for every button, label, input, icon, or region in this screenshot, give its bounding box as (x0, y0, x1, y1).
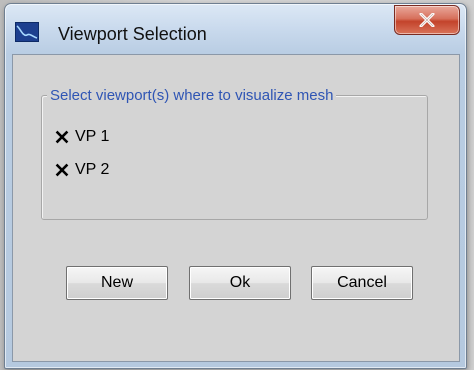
window-title: Viewport Selection (58, 24, 207, 44)
checkbox-checked-icon[interactable] (55, 163, 69, 177)
title-bar[interactable]: Viewport Selection (5, 4, 466, 54)
checkbox-label-vp1: VP 1 (75, 128, 110, 145)
dialog-client-area: Select viewport(s) where to visualize me… (12, 54, 460, 362)
checkbox-label-vp2: VP 2 (75, 161, 110, 178)
close-icon (419, 13, 435, 27)
checkbox-vp2[interactable]: VP 2 (55, 160, 109, 180)
desktop-background: Viewport Selection Select viewport(s) wh… (0, 0, 474, 370)
app-icon (15, 22, 39, 42)
cancel-button[interactable]: Cancel (311, 266, 413, 300)
viewport-selection-dialog: Viewport Selection Select viewport(s) wh… (4, 3, 467, 369)
close-button[interactable] (394, 5, 460, 35)
checkbox-vp1[interactable]: VP 1 (55, 127, 109, 147)
checkbox-checked-icon[interactable] (55, 130, 69, 144)
ok-button[interactable]: Ok (189, 266, 291, 300)
viewport-groupbox (41, 95, 428, 220)
groupbox-title: Select viewport(s) where to visualize me… (47, 87, 337, 105)
new-button[interactable]: New (66, 266, 168, 300)
